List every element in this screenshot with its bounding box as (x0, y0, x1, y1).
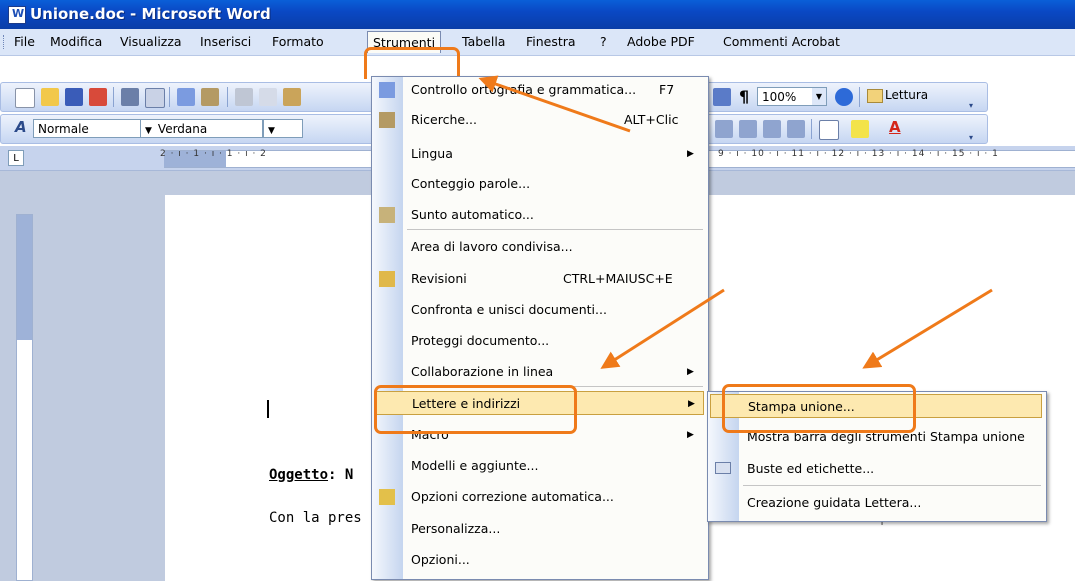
arrow-to-letters (600, 288, 725, 369)
arrow-to-strumenti (478, 75, 631, 133)
arrow-to-mail-merge (862, 288, 993, 369)
annotation-arrows (478, 75, 993, 369)
